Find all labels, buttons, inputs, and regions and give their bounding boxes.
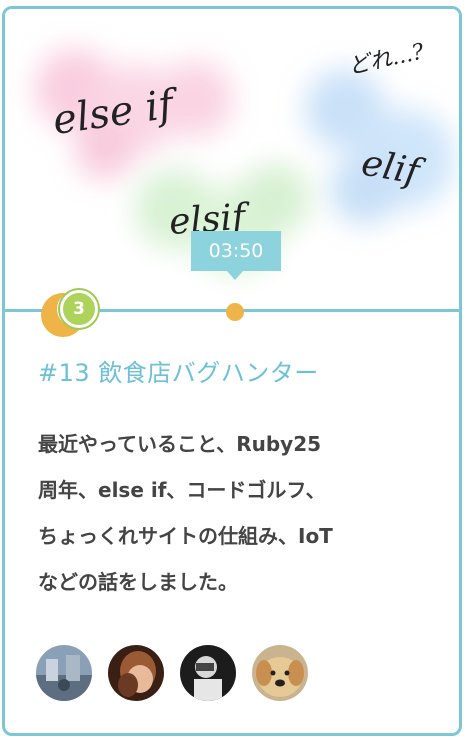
episode-description: 最近やっていること、Ruby25 周年、else if、コードゴルフ、 ちょっく… (38, 421, 438, 605)
description-line: 周年、else if、コードゴルフ、 (38, 478, 326, 502)
description-line: ちょっくれサイトの仕組み、IoT (38, 524, 333, 548)
duration-badge: 03:50 (191, 231, 281, 280)
avatar-dog[interactable] (252, 645, 308, 701)
thumb-word-dore: どれ...? (346, 39, 426, 79)
avatar[interactable] (108, 645, 164, 701)
avatar[interactable] (180, 645, 236, 701)
episode-thumbnail[interactable]: else if どれ...? elif elsif 03:50 (5, 9, 459, 309)
episode-title[interactable]: #13 飲食店バグハンター (38, 353, 448, 388)
timeline-dot (226, 303, 244, 321)
description-line: 最近やっていること、Ruby25 (38, 432, 322, 456)
description-line: などの話をしました。 (38, 570, 238, 594)
avatar[interactable] (36, 645, 92, 701)
episode-card[interactable]: else if どれ...? elif elsif 03:50 3 #13 飲食… (2, 6, 462, 736)
comment-count-badge: 3 (60, 290, 98, 328)
